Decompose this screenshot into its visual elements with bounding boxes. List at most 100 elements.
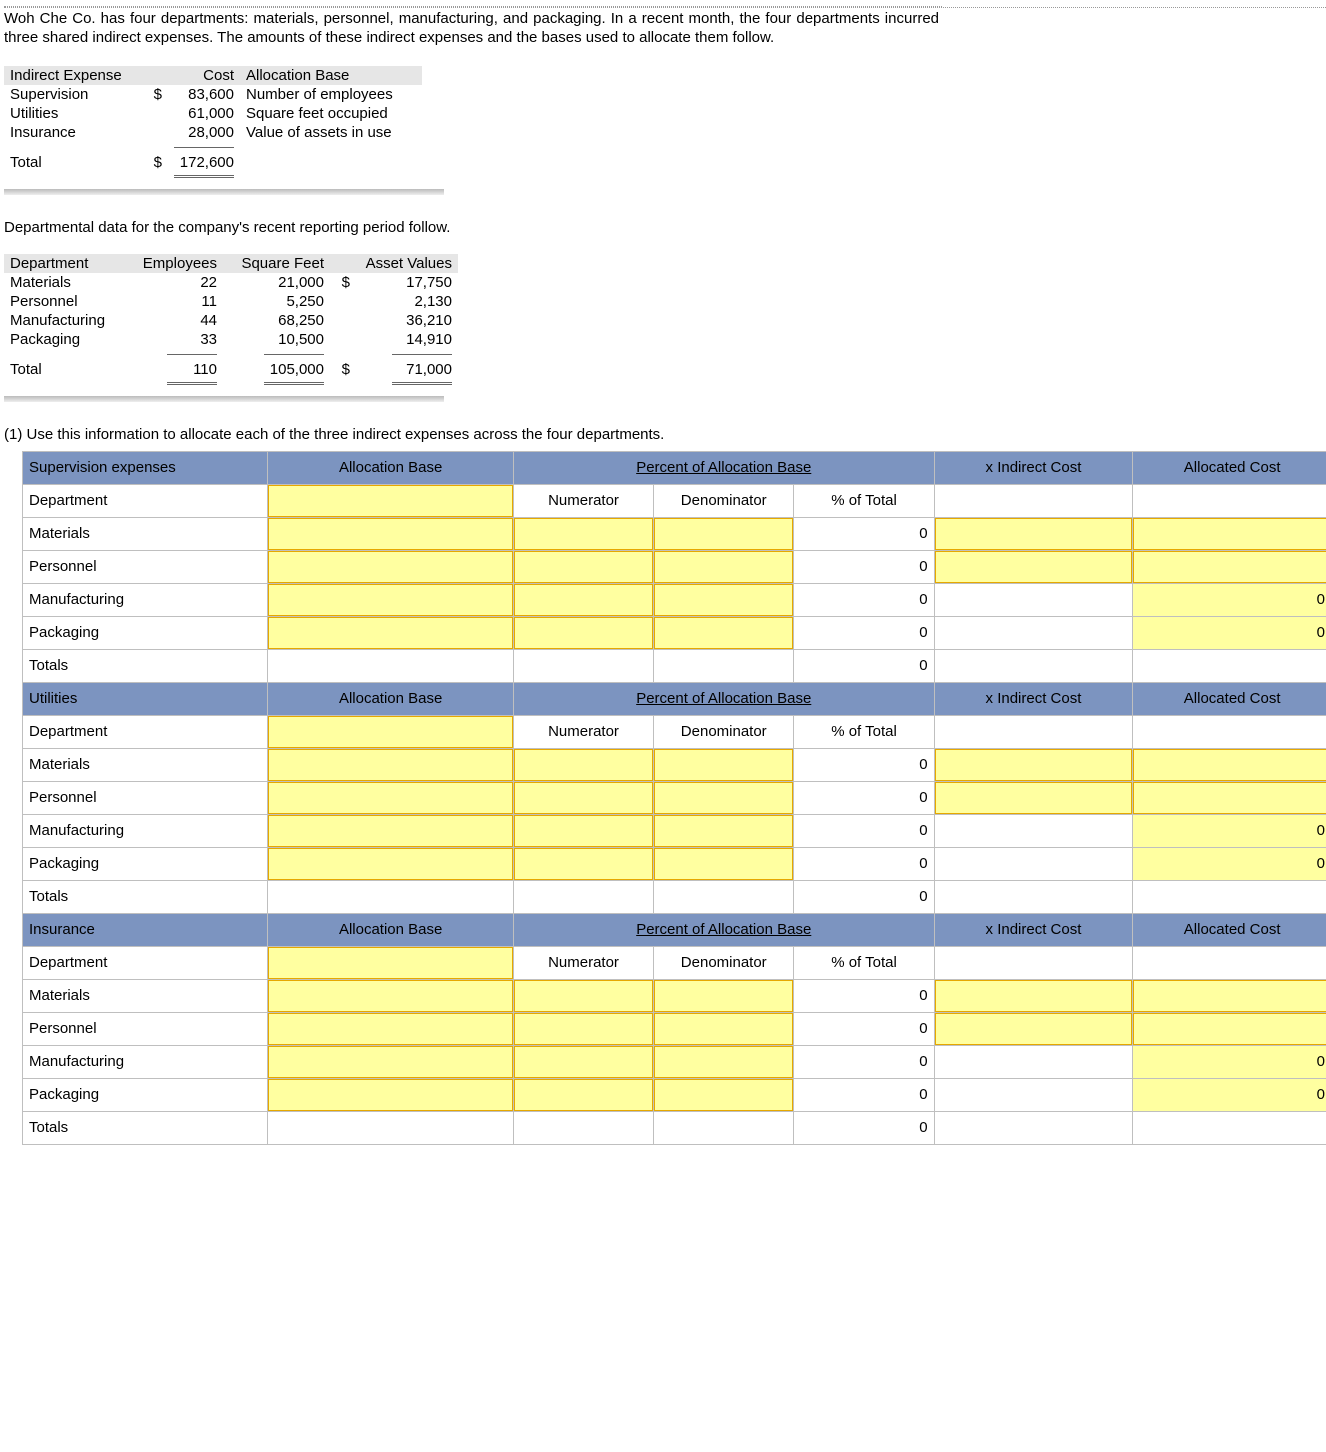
allocated-cost-input[interactable] — [1133, 781, 1326, 814]
hdr-allocation-base: Allocation Base — [268, 451, 513, 484]
denominator-input[interactable] — [654, 616, 794, 649]
subhdr-department: Department — [23, 946, 268, 979]
numerator-input[interactable] — [513, 517, 653, 550]
total-cost: 172,600 — [168, 153, 240, 172]
indirect-cost-input[interactable] — [934, 517, 1133, 550]
indirect-cost-input[interactable] — [934, 748, 1133, 781]
allocated-cost-cell: 0 — [1133, 583, 1326, 616]
totals-label: Totals — [23, 1111, 268, 1144]
indirect-cost-input[interactable] — [934, 1012, 1133, 1045]
section-title: Utilities — [23, 682, 268, 715]
total-label: Total — [4, 153, 136, 172]
pct-cell: 0 — [794, 748, 934, 781]
dept-row-label: Manufacturing — [23, 814, 268, 847]
pct-cell: 0 — [794, 550, 934, 583]
row-supervision: Supervision — [4, 85, 136, 104]
allocation-base-input[interactable] — [268, 583, 513, 616]
dept-row-label: Packaging — [23, 616, 268, 649]
pct-cell: 0 — [794, 814, 934, 847]
numerator-input[interactable] — [513, 814, 653, 847]
allocation-base-input[interactable] — [268, 715, 513, 748]
denominator-input[interactable] — [654, 781, 794, 814]
indirect-cost-input[interactable] — [934, 781, 1133, 814]
allocation-base-input[interactable] — [268, 979, 513, 1012]
indirect-cost-cell — [934, 847, 1133, 880]
pct-cell: 0 — [794, 1045, 934, 1078]
denominator-input[interactable] — [654, 979, 794, 1012]
subhdr-department: Department — [23, 715, 268, 748]
hdr-percent-alloc: Percent of Allocation Base — [513, 913, 934, 946]
allocation-base-input[interactable] — [268, 748, 513, 781]
dept-row-label: Packaging — [23, 1078, 268, 1111]
denominator-input[interactable] — [654, 847, 794, 880]
section-title: Supervision expenses — [23, 451, 268, 484]
subhdr-denominator: Denominator — [654, 484, 794, 517]
allocation-base-input[interactable] — [268, 517, 513, 550]
section-title: Insurance — [23, 913, 268, 946]
question-1: (1) Use this information to allocate eac… — [4, 426, 1326, 443]
denominator-input[interactable] — [654, 517, 794, 550]
allocation-base-input[interactable] — [268, 1045, 513, 1078]
allocated-cost-input[interactable] — [1133, 550, 1326, 583]
numerator-input[interactable] — [513, 847, 653, 880]
numerator-input[interactable] — [513, 979, 653, 1012]
totals-pct: 0 — [794, 1111, 934, 1144]
numerator-input[interactable] — [513, 583, 653, 616]
allocated-cost-input[interactable] — [1133, 979, 1326, 1012]
allocation-base-input[interactable] — [268, 616, 513, 649]
pct-cell: 0 — [794, 583, 934, 616]
numerator-input[interactable] — [513, 550, 653, 583]
allocated-cost-cell: 0 — [1133, 847, 1326, 880]
col-cost: Cost — [168, 66, 240, 85]
allocation-base-input[interactable] — [268, 550, 513, 583]
dept-intro: Departmental data for the company's rece… — [4, 219, 1326, 236]
subhdr-numerator: Numerator — [513, 946, 653, 979]
denominator-input[interactable] — [654, 814, 794, 847]
totals-label: Totals — [23, 649, 268, 682]
hdr-percent-alloc: Percent of Allocation Base — [513, 451, 934, 484]
allocated-cost-input[interactable] — [1133, 748, 1326, 781]
denominator-input[interactable] — [654, 550, 794, 583]
subhdr-pct: % of Total — [794, 715, 934, 748]
denominator-input[interactable] — [654, 583, 794, 616]
denominator-input[interactable] — [654, 1045, 794, 1078]
hdr-percent-alloc: Percent of Allocation Base — [513, 682, 934, 715]
denominator-input[interactable] — [654, 1078, 794, 1111]
subhdr-numerator: Numerator — [513, 715, 653, 748]
allocation-base-input[interactable] — [268, 946, 513, 979]
hdr-x-indirect: x Indirect Cost — [934, 913, 1133, 946]
allocation-table: Supervision expensesAllocation BasePerce… — [22, 451, 1326, 1145]
denominator-input[interactable] — [654, 748, 794, 781]
indirect-cost-cell — [934, 814, 1133, 847]
allocation-base-input[interactable] — [268, 1012, 513, 1045]
allocated-cost-input[interactable] — [1133, 517, 1326, 550]
numerator-input[interactable] — [513, 748, 653, 781]
indirect-cost-input[interactable] — [934, 979, 1133, 1012]
subhdr-pct: % of Total — [794, 484, 934, 517]
allocation-base-input[interactable] — [268, 847, 513, 880]
allocated-cost-input[interactable] — [1133, 1012, 1326, 1045]
allocation-base-input[interactable] — [268, 484, 513, 517]
numerator-input[interactable] — [513, 781, 653, 814]
pct-cell: 0 — [794, 517, 934, 550]
indirect-expense-table: Indirect Expense Cost Allocation Base Su… — [4, 66, 422, 181]
indirect-cost-input[interactable] — [934, 550, 1133, 583]
numerator-input[interactable] — [513, 1045, 653, 1078]
denominator-input[interactable] — [654, 1012, 794, 1045]
allocation-base-input[interactable] — [268, 781, 513, 814]
allocation-base-input[interactable] — [268, 814, 513, 847]
dept-row-label: Materials — [23, 748, 268, 781]
numerator-input[interactable] — [513, 616, 653, 649]
hdr-x-indirect: x Indirect Cost — [934, 682, 1133, 715]
hdr-allocated-cost: Allocated Cost — [1133, 913, 1326, 946]
col-base: Allocation Base — [240, 66, 422, 85]
divider-bar — [4, 396, 444, 402]
indirect-cost-cell — [934, 583, 1133, 616]
pct-cell: 0 — [794, 847, 934, 880]
department-data-table: Department Employees Square Feet Asset V… — [4, 254, 458, 388]
numerator-input[interactable] — [513, 1078, 653, 1111]
dept-row-label: Personnel — [23, 781, 268, 814]
numerator-input[interactable] — [513, 1012, 653, 1045]
allocation-base-input[interactable] — [268, 1078, 513, 1111]
pct-cell: 0 — [794, 1078, 934, 1111]
